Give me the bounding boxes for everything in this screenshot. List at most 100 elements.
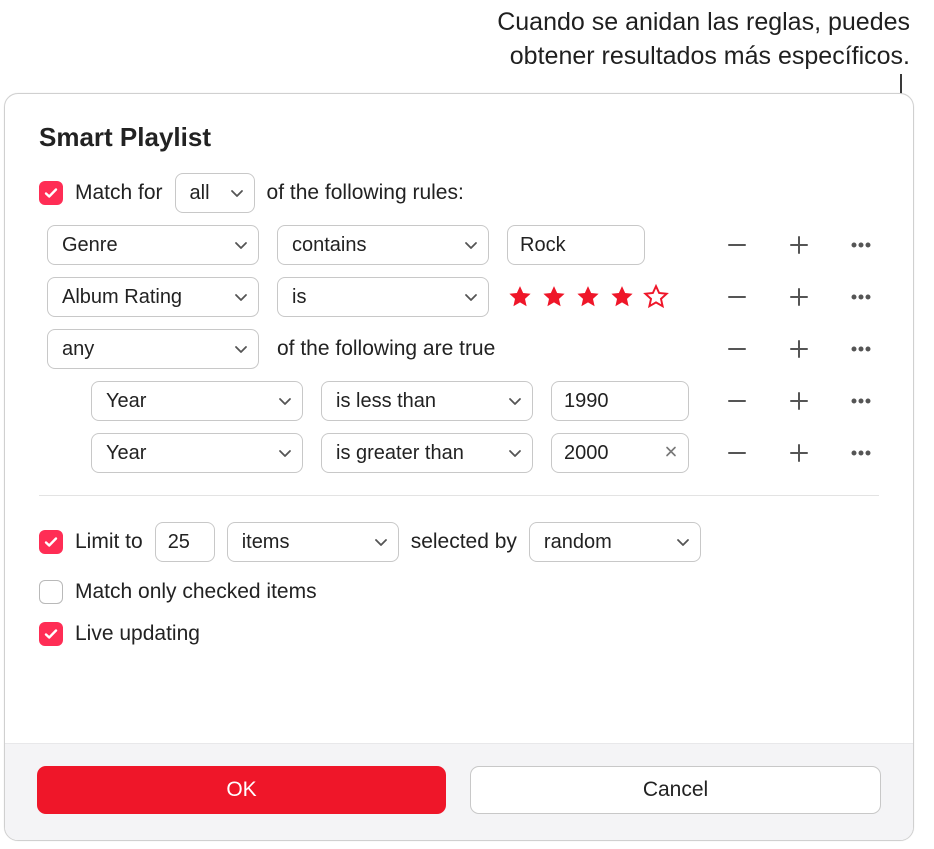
- rule-row: Album Rating is: [47, 277, 879, 317]
- check-icon: [43, 626, 59, 642]
- limit-unit-value: items: [242, 531, 290, 554]
- rule-op-select[interactable]: contains: [277, 225, 489, 265]
- annotation-line-1: Cuando se anidan las reglas, puedes: [497, 6, 910, 40]
- limit-value-input[interactable]: 25: [155, 522, 215, 562]
- star-filled-icon: [575, 284, 601, 310]
- rule-more-button[interactable]: [847, 231, 875, 259]
- chevron-down-icon: [278, 394, 292, 408]
- rule-group-row: any of the following are true: [47, 329, 879, 369]
- rule-attr-value: Year: [106, 390, 146, 413]
- plus-icon: [787, 441, 811, 465]
- match-checkbox[interactable]: [39, 181, 63, 205]
- chevron-down-icon: [234, 290, 248, 304]
- add-rule-button[interactable]: [785, 335, 813, 363]
- check-icon: [43, 534, 59, 550]
- dialog-footer: OK Cancel: [5, 743, 913, 840]
- minus-icon: [725, 233, 749, 257]
- rule-actions: [723, 335, 879, 363]
- chevron-down-icon: [508, 394, 522, 408]
- selected-by-select[interactable]: random: [529, 522, 701, 562]
- rule-op-select[interactable]: is less than: [321, 381, 533, 421]
- chevron-down-icon: [234, 342, 248, 356]
- chevron-down-icon: [230, 186, 244, 200]
- star-filled-icon: [541, 284, 567, 310]
- rule-attr-value: Genre: [62, 234, 118, 257]
- match-scope-select[interactable]: all: [175, 173, 255, 213]
- rule-op-value: is less than: [336, 390, 436, 413]
- rule-value-text: Rock: [520, 234, 566, 257]
- match-prefix: Match for: [75, 181, 163, 205]
- remove-rule-button[interactable]: [723, 439, 751, 467]
- cancel-button[interactable]: Cancel: [470, 766, 881, 814]
- live-updating-checkbox[interactable]: [39, 622, 63, 646]
- clear-input-button[interactable]: [664, 442, 678, 465]
- rule-op-select[interactable]: is greater than: [321, 433, 533, 473]
- plus-icon: [787, 285, 811, 309]
- annotation-callout: Cuando se anidan las reglas, puedes obte…: [497, 6, 910, 74]
- dialog-title: Smart Playlist: [39, 122, 879, 153]
- chevron-down-icon: [464, 238, 478, 252]
- match-checked-label: Match only checked items: [75, 580, 317, 604]
- chevron-down-icon: [234, 238, 248, 252]
- rule-attr-select[interactable]: Album Rating: [47, 277, 259, 317]
- rule-more-button[interactable]: [847, 439, 875, 467]
- rule-actions: [723, 231, 879, 259]
- rule-value-input[interactable]: Rock: [507, 225, 645, 265]
- add-rule-button[interactable]: [785, 387, 813, 415]
- minus-icon: [725, 441, 749, 465]
- rule-attr-value: Album Rating: [62, 286, 182, 309]
- group-mode-value: any: [62, 338, 94, 361]
- minus-icon: [725, 337, 749, 361]
- more-icon: [849, 441, 873, 465]
- match-checked-row: Match only checked items: [39, 580, 879, 604]
- rules-list: Genre contains Rock A: [47, 225, 879, 473]
- remove-rule-button[interactable]: [723, 387, 751, 415]
- chevron-down-icon: [676, 535, 690, 549]
- rule-row-nested: Year is less than 1990: [47, 381, 879, 421]
- rule-more-button[interactable]: [847, 283, 875, 311]
- ok-button-label: OK: [226, 778, 256, 802]
- chevron-down-icon: [464, 290, 478, 304]
- more-icon: [849, 389, 873, 413]
- divider: [39, 495, 879, 496]
- rule-value-input[interactable]: 2000: [551, 433, 689, 473]
- plus-icon: [787, 337, 811, 361]
- rule-attr-select[interactable]: Genre: [47, 225, 259, 265]
- limit-row: Limit to 25 items selected by random: [39, 522, 879, 562]
- remove-rule-button[interactable]: [723, 231, 751, 259]
- rule-op-value: contains: [292, 234, 367, 257]
- add-rule-button[interactable]: [785, 231, 813, 259]
- limit-label: Limit to: [75, 530, 143, 554]
- match-checked-checkbox[interactable]: [39, 580, 63, 604]
- rule-value-text: 2000: [564, 442, 609, 465]
- rule-value-input[interactable]: 1990: [551, 381, 689, 421]
- rule-actions: [723, 439, 879, 467]
- smart-playlist-dialog: Smart Playlist Match for all of the foll…: [4, 93, 914, 841]
- add-rule-button[interactable]: [785, 283, 813, 311]
- rule-stars-input[interactable]: [507, 284, 669, 310]
- limit-checkbox[interactable]: [39, 530, 63, 554]
- rule-more-button[interactable]: [847, 335, 875, 363]
- remove-rule-button[interactable]: [723, 335, 751, 363]
- plus-icon: [787, 233, 811, 257]
- live-updating-row: Live updating: [39, 622, 879, 646]
- star-filled-icon: [507, 284, 533, 310]
- group-mode-select[interactable]: any: [47, 329, 259, 369]
- ok-button[interactable]: OK: [37, 766, 446, 814]
- rule-attr-value: Year: [106, 442, 146, 465]
- rule-op-select[interactable]: is: [277, 277, 489, 317]
- remove-rule-button[interactable]: [723, 283, 751, 311]
- rule-actions: [723, 283, 879, 311]
- minus-icon: [725, 285, 749, 309]
- limit-unit-select[interactable]: items: [227, 522, 399, 562]
- more-icon: [849, 337, 873, 361]
- match-suffix: of the following rules:: [267, 181, 464, 205]
- group-suffix: of the following are true: [277, 337, 495, 361]
- rule-value-text: 1990: [564, 390, 609, 413]
- add-rule-button[interactable]: [785, 439, 813, 467]
- rule-more-button[interactable]: [847, 387, 875, 415]
- annotation-line-2: obtener resultados más específicos.: [497, 40, 910, 74]
- rule-attr-select[interactable]: Year: [91, 433, 303, 473]
- rule-attr-select[interactable]: Year: [91, 381, 303, 421]
- match-row: Match for all of the following rules:: [39, 173, 879, 213]
